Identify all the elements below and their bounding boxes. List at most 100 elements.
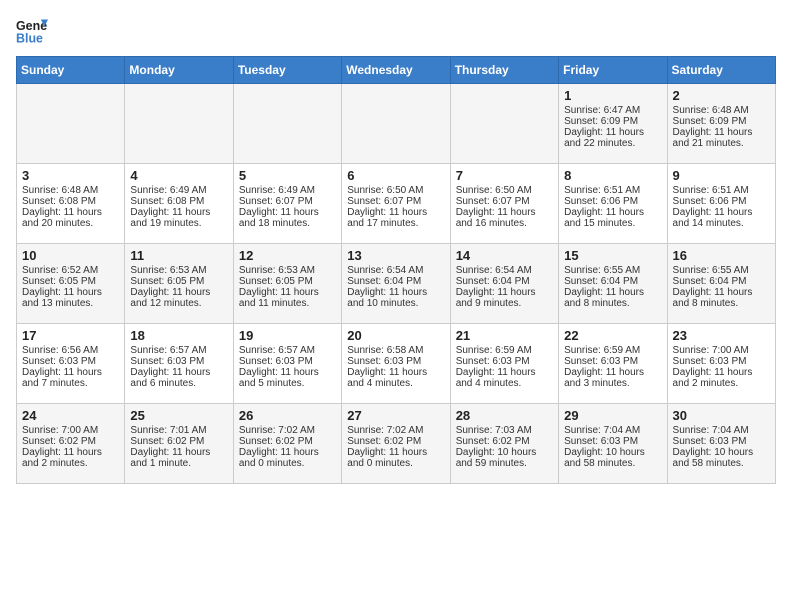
day-info: Sunrise: 6:54 AM [456, 265, 553, 276]
day-info: Daylight: 11 hours and 8 minutes. [673, 287, 770, 309]
calendar-cell: 26Sunrise: 7:02 AMSunset: 6:02 PMDayligh… [233, 404, 341, 484]
day-info: Daylight: 11 hours and 10 minutes. [347, 287, 444, 309]
day-info: Sunrise: 6:53 AM [130, 265, 227, 276]
day-info: Daylight: 11 hours and 2 minutes. [22, 447, 119, 469]
calendar-cell: 1Sunrise: 6:47 AMSunset: 6:09 PMDaylight… [559, 84, 667, 164]
calendar-cell: 29Sunrise: 7:04 AMSunset: 6:03 PMDayligh… [559, 404, 667, 484]
day-info: Daylight: 11 hours and 3 minutes. [564, 367, 661, 389]
day-info: Daylight: 11 hours and 18 minutes. [239, 207, 336, 229]
day-info: Sunrise: 6:59 AM [564, 345, 661, 356]
day-info: Daylight: 11 hours and 2 minutes. [673, 367, 770, 389]
day-info: Sunrise: 6:50 AM [347, 185, 444, 196]
day-number: 24 [22, 408, 119, 423]
day-info: Sunset: 6:04 PM [456, 276, 553, 287]
day-info: Daylight: 11 hours and 1 minute. [130, 447, 227, 469]
calendar-cell: 28Sunrise: 7:03 AMSunset: 6:02 PMDayligh… [450, 404, 558, 484]
day-info: Daylight: 11 hours and 7 minutes. [22, 367, 119, 389]
day-number: 9 [673, 168, 770, 183]
page-header: General Blue [16, 16, 776, 48]
day-info: Sunset: 6:03 PM [130, 356, 227, 367]
calendar-cell [233, 84, 341, 164]
day-info: Sunset: 6:02 PM [347, 436, 444, 447]
day-number: 18 [130, 328, 227, 343]
logo: General Blue [16, 16, 48, 48]
day-info: Sunset: 6:03 PM [673, 356, 770, 367]
day-number: 26 [239, 408, 336, 423]
col-header-thursday: Thursday [450, 57, 558, 84]
day-info: Sunset: 6:04 PM [564, 276, 661, 287]
col-header-friday: Friday [559, 57, 667, 84]
day-info: Sunset: 6:09 PM [564, 116, 661, 127]
col-header-wednesday: Wednesday [342, 57, 450, 84]
day-info: Sunset: 6:07 PM [239, 196, 336, 207]
day-number: 15 [564, 248, 661, 263]
day-info: Sunrise: 6:48 AM [22, 185, 119, 196]
day-info: Sunset: 6:08 PM [130, 196, 227, 207]
day-number: 12 [239, 248, 336, 263]
day-info: Daylight: 11 hours and 0 minutes. [239, 447, 336, 469]
day-number: 3 [22, 168, 119, 183]
calendar-cell: 12Sunrise: 6:53 AMSunset: 6:05 PMDayligh… [233, 244, 341, 324]
calendar-cell: 6Sunrise: 6:50 AMSunset: 6:07 PMDaylight… [342, 164, 450, 244]
col-header-tuesday: Tuesday [233, 57, 341, 84]
day-info: Sunset: 6:05 PM [22, 276, 119, 287]
calendar-cell [17, 84, 125, 164]
calendar-cell: 10Sunrise: 6:52 AMSunset: 6:05 PMDayligh… [17, 244, 125, 324]
day-number: 17 [22, 328, 119, 343]
day-number: 21 [456, 328, 553, 343]
day-number: 22 [564, 328, 661, 343]
day-info: Sunset: 6:09 PM [673, 116, 770, 127]
day-number: 4 [130, 168, 227, 183]
calendar-cell: 27Sunrise: 7:02 AMSunset: 6:02 PMDayligh… [342, 404, 450, 484]
day-info: Sunset: 6:06 PM [673, 196, 770, 207]
day-number: 10 [22, 248, 119, 263]
day-info: Daylight: 11 hours and 17 minutes. [347, 207, 444, 229]
day-info: Daylight: 11 hours and 6 minutes. [130, 367, 227, 389]
day-info: Daylight: 11 hours and 14 minutes. [673, 207, 770, 229]
col-header-monday: Monday [125, 57, 233, 84]
day-info: Daylight: 11 hours and 8 minutes. [564, 287, 661, 309]
day-info: Daylight: 11 hours and 0 minutes. [347, 447, 444, 469]
calendar-cell: 8Sunrise: 6:51 AMSunset: 6:06 PMDaylight… [559, 164, 667, 244]
day-number: 11 [130, 248, 227, 263]
day-info: Sunrise: 7:01 AM [130, 425, 227, 436]
calendar-cell: 3Sunrise: 6:48 AMSunset: 6:08 PMDaylight… [17, 164, 125, 244]
day-info: Sunset: 6:03 PM [239, 356, 336, 367]
day-info: Sunset: 6:02 PM [456, 436, 553, 447]
day-number: 29 [564, 408, 661, 423]
calendar-cell: 20Sunrise: 6:58 AMSunset: 6:03 PMDayligh… [342, 324, 450, 404]
day-number: 5 [239, 168, 336, 183]
day-info: Sunset: 6:06 PM [564, 196, 661, 207]
day-number: 13 [347, 248, 444, 263]
day-number: 14 [456, 248, 553, 263]
day-info: Sunrise: 6:57 AM [239, 345, 336, 356]
day-info: Sunrise: 6:59 AM [456, 345, 553, 356]
calendar-cell: 25Sunrise: 7:01 AMSunset: 6:02 PMDayligh… [125, 404, 233, 484]
day-info: Sunrise: 6:50 AM [456, 185, 553, 196]
day-info: Sunrise: 6:58 AM [347, 345, 444, 356]
day-info: Daylight: 11 hours and 4 minutes. [456, 367, 553, 389]
calendar-cell: 7 Sunrise: 6:50 AMSunset: 6:07 PMDaylight… [450, 164, 558, 244]
day-info: Sunrise: 7:00 AM [22, 425, 119, 436]
day-info: Sunset: 6:07 PM [347, 196, 444, 207]
day-info: Sunrise: 6:54 AM [347, 265, 444, 276]
day-info: Sunset: 6:03 PM [564, 436, 661, 447]
day-info: Sunrise: 7:02 AM [239, 425, 336, 436]
day-number: 1 [564, 88, 661, 103]
day-info: Sunrise: 6:57 AM [130, 345, 227, 356]
day-info: Daylight: 11 hours and 16 minutes. [456, 207, 553, 229]
day-info: Sunrise: 7:02 AM [347, 425, 444, 436]
day-info: Sunset: 6:03 PM [22, 356, 119, 367]
day-info: Sunrise: 7:00 AM [673, 345, 770, 356]
calendar-cell: 17Sunrise: 6:56 AMSunset: 6:03 PMDayligh… [17, 324, 125, 404]
calendar-cell [342, 84, 450, 164]
day-info: Daylight: 11 hours and 21 minutes. [673, 127, 770, 149]
day-info: Sunset: 6:03 PM [673, 436, 770, 447]
calendar-cell: 19Sunrise: 6:57 AMSunset: 6:03 PMDayligh… [233, 324, 341, 404]
day-info: Sunrise: 6:48 AM [673, 105, 770, 116]
calendar-cell: 9Sunrise: 6:51 AMSunset: 6:06 PMDaylight… [667, 164, 775, 244]
day-info: Sunset: 6:07 PM [456, 196, 553, 207]
day-info: Sunrise: 7:04 AM [564, 425, 661, 436]
day-info: Sunrise: 7:03 AM [456, 425, 553, 436]
day-number: 7 [456, 168, 553, 183]
